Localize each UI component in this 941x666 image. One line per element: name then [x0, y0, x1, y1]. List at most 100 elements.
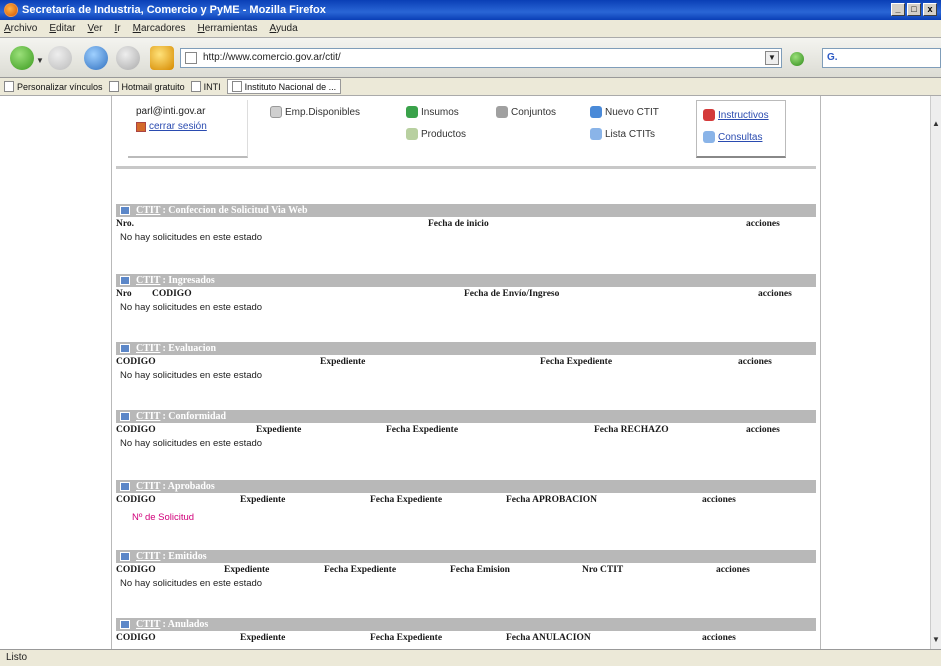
page-header: parl@inti.gov.ar cerrar sesión Emp.Dispo… [112, 96, 820, 166]
reload-button-icon[interactable] [84, 46, 108, 70]
emp-disponibles-link[interactable]: Emp.Disponibles [270, 106, 360, 118]
section-confeccion: CTIT: Confeccion de Solicitud Via Web Nr… [116, 204, 816, 245]
nuevo-ctit-link[interactable]: Nuevo CTIT [590, 106, 659, 118]
col-header: Fecha RECHAZO [594, 425, 669, 435]
pdf-icon [703, 109, 715, 121]
section-conformidad: CTIT: Conformidad CODIGO Expediente Fech… [116, 410, 816, 451]
minimize-button[interactable]: _ [891, 3, 905, 16]
section-header[interactable]: CTIT: Confeccion de Solicitud Via Web [116, 204, 816, 217]
user-email: parl@inti.gov.ar [136, 106, 206, 117]
productos-link[interactable]: Productos [406, 128, 466, 140]
vertical-scrollbar[interactable]: ▲ ▼ [930, 96, 941, 649]
menu-ir[interactable]: Ir [115, 23, 121, 34]
mail-icon [703, 131, 715, 143]
menu-editar[interactable]: Editar [49, 23, 75, 34]
col-header: CODIGO [152, 289, 192, 299]
col-header: Fecha APROBACION [506, 495, 598, 505]
col-header: acciones [738, 357, 772, 367]
column-headers: CODIGO Expediente Fecha Expediente accio… [116, 355, 816, 369]
bookmark-page-icon [190, 81, 201, 92]
window-controls: _ □ x [891, 3, 937, 16]
conjuntos-link[interactable]: Conjuntos [496, 106, 556, 118]
col-header: Nro. [116, 219, 135, 229]
section-header[interactable]: CTIT: Evaluacion [116, 342, 816, 355]
bookmark-page-icon [231, 81, 242, 92]
new-document-icon [590, 106, 602, 118]
empty-message: No hay solicitudes en este estado [120, 302, 263, 313]
col-header: CODIGO [116, 495, 156, 505]
url-bar[interactable]: http://www.comercio.gov.ar/ctit/ ▼ [180, 48, 782, 68]
col-header: Fecha Expediente [540, 357, 613, 367]
section-ingresados: CTIT: Ingresados Nro CODIGO Fecha de Env… [116, 274, 816, 315]
lista-ctits-link[interactable]: Lista CTITs [590, 128, 655, 140]
empty-message: No hay solicitudes en este estado [120, 438, 263, 449]
stop-button-icon[interactable] [116, 46, 140, 70]
back-dropdown-icon[interactable]: ▼ [36, 56, 44, 65]
col-header: Nro CTIT [582, 565, 624, 575]
page-viewport: parl@inti.gov.ar cerrar sesión Emp.Dispo… [0, 96, 930, 649]
col-header: acciones [702, 495, 736, 505]
productos-icon [406, 128, 418, 140]
section-evaluacion: CTIT: Evaluacion CODIGO Expediente Fecha… [116, 342, 816, 383]
bookmark-inti[interactable]: INTI [190, 81, 221, 92]
col-header: acciones [758, 289, 792, 299]
col-header: Expediente [240, 495, 286, 505]
menu-herramientas[interactable]: Herramientas [197, 23, 257, 34]
col-header: acciones [702, 633, 736, 643]
search-input[interactable]: G. [822, 48, 941, 68]
scroll-up-icon[interactable]: ▲ [932, 120, 940, 128]
home-button-icon[interactable] [150, 46, 174, 70]
section-header[interactable]: CTIT: Emitidos [116, 550, 816, 563]
url-text: http://www.comercio.gov.ar/ctit/ [203, 52, 341, 63]
conjuntos-icon [496, 106, 508, 118]
bookmark-hotmail[interactable]: Hotmail gratuito [108, 81, 185, 92]
forward-button-icon[interactable] [48, 46, 72, 70]
bookmark-page-icon [4, 81, 14, 92]
url-history-dropdown-icon[interactable]: ▼ [765, 51, 779, 65]
logout-link[interactable]: cerrar sesión [136, 121, 239, 132]
menu-archivo[interactable]: Archivo [4, 23, 37, 34]
bookmarks-toolbar: Personalizar vínculos Hotmail gratuito I… [0, 78, 941, 96]
bookmark-instituto[interactable]: Instituto Nacional de ... [226, 79, 342, 94]
page-content: parl@inti.gov.ar cerrar sesión Emp.Dispo… [111, 96, 821, 649]
section-header[interactable]: CTIT: Conformidad [116, 410, 816, 423]
section-header[interactable]: CTIT: Aprobados [116, 480, 816, 493]
col-header: Fecha Expediente [370, 633, 443, 643]
menu-ver[interactable]: Ver [87, 23, 102, 34]
scroll-down-icon[interactable]: ▼ [932, 636, 940, 644]
expand-icon [120, 482, 130, 491]
col-header: CODIGO [116, 357, 156, 367]
empty-message: No hay solicitudes en este estado [120, 578, 263, 589]
col-header: Fecha Emision [450, 565, 510, 575]
building-icon [270, 106, 282, 118]
page-icon [185, 52, 197, 64]
close-button[interactable]: x [923, 3, 937, 16]
col-header: Fecha Expediente [370, 495, 443, 505]
column-headers: CODIGO Expediente Fecha Expediente Fecha… [116, 631, 816, 645]
empty-message: No hay solicitudes en este estado [120, 370, 263, 381]
go-button-icon[interactable] [790, 52, 804, 66]
col-header: Fecha Expediente [324, 565, 397, 575]
expand-icon [120, 412, 130, 421]
col-header: acciones [746, 425, 780, 435]
menu-ayuda[interactable]: Ayuda [270, 23, 298, 34]
solicitud-number-link[interactable]: Nº de Solicitud [116, 507, 816, 529]
section-header[interactable]: CTIT: Anulados [116, 618, 816, 631]
bookmark-page-icon [108, 81, 119, 92]
expand-icon [120, 276, 130, 285]
insumos-link[interactable]: Insumos [406, 106, 459, 118]
navigation-toolbar: ▼ http://www.comercio.gov.ar/ctit/ ▼ G. [0, 38, 941, 78]
maximize-button[interactable]: □ [907, 3, 921, 16]
window-titlebar: Secretaría de Industria, Comercio y PyME… [0, 0, 941, 20]
back-button-icon[interactable] [10, 46, 34, 70]
consultas-link[interactable]: Consultas [703, 131, 762, 143]
menu-marcadores[interactable]: Marcadores [133, 23, 186, 34]
status-bar: Listo [0, 649, 941, 666]
section-header[interactable]: CTIT: Ingresados [116, 274, 816, 287]
bookmark-personalizar[interactable]: Personalizar vínculos [4, 81, 103, 92]
status-text: Listo [6, 652, 28, 663]
col-header: Expediente [224, 565, 270, 575]
instructivos-link[interactable]: Instructivos [703, 109, 769, 121]
column-headers: Nro. Fecha de inicio acciones [116, 217, 816, 231]
header-divider [116, 166, 816, 169]
